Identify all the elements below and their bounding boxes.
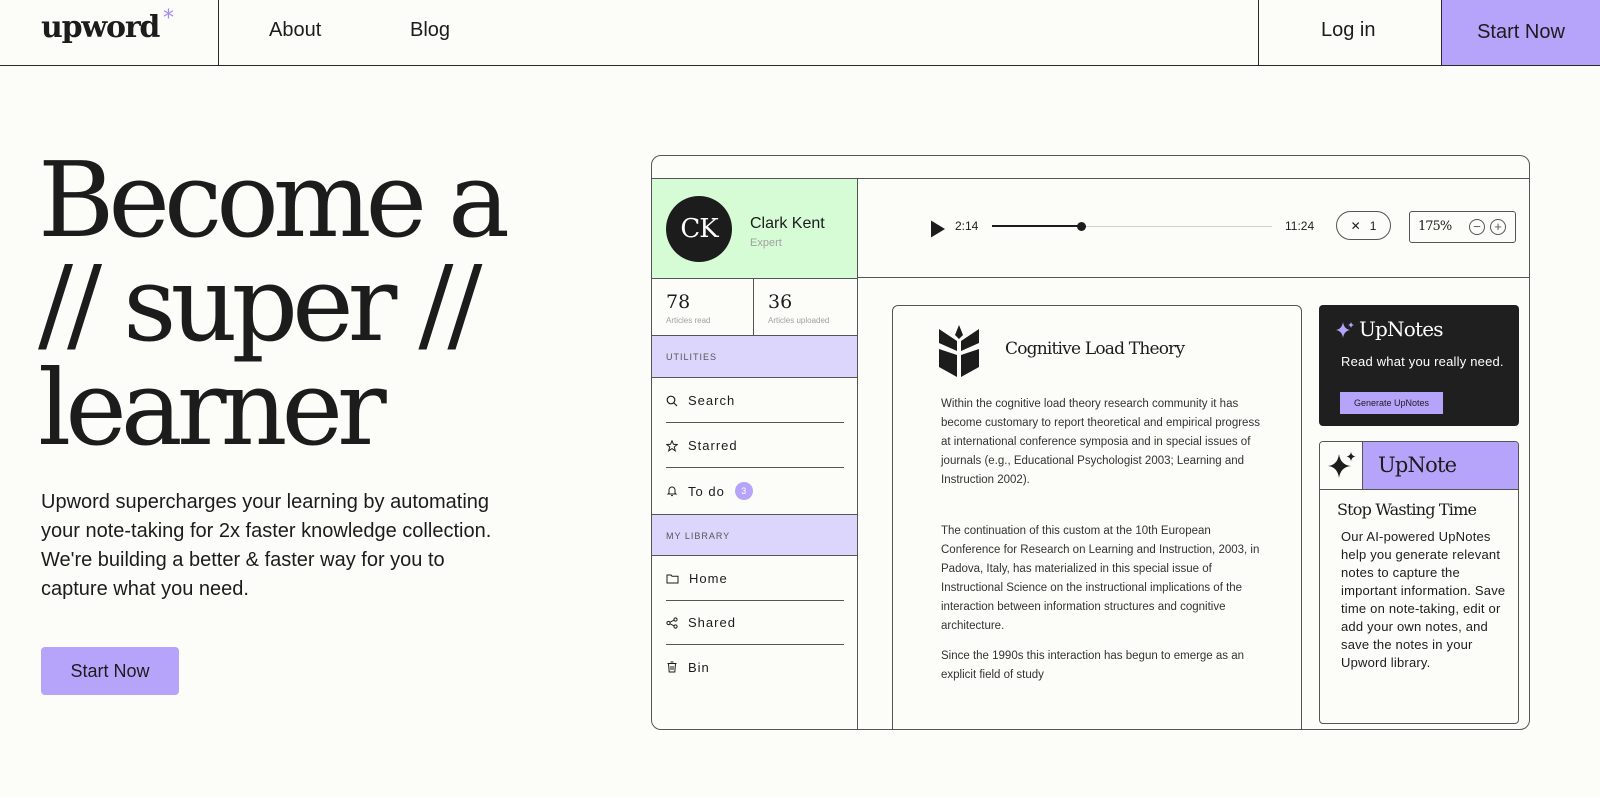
hero-title: Become a // super // learner (38, 139, 510, 469)
audio-player: 2:14 11:24 ✕ 1 175% − + (858, 179, 1529, 278)
nav-divider (1258, 0, 1259, 65)
upnote-title: UpNote (1378, 453, 1457, 477)
search-icon (666, 395, 678, 406)
stat-label: Articles read (666, 316, 711, 325)
profile-name: Clark Kent (750, 215, 825, 232)
start-now-nav-button[interactable]: Start Now (1441, 0, 1600, 65)
app-mockup: CK Clark Kent Expert 78 Articles read 36… (651, 155, 1530, 730)
document-paragraph: The continuation of this custom at the 1… (941, 525, 1260, 632)
sidebar-item-shared[interactable]: Shared (666, 601, 844, 645)
sidebar-item-label: To do (688, 483, 725, 499)
generate-upnotes-button[interactable]: Generate UpNotes (1340, 392, 1443, 414)
document-title: Cognitive Load Theory (1005, 339, 1185, 359)
zoom-in-icon[interactable]: + (1490, 219, 1506, 235)
sidebar-item-label: Starred (688, 438, 738, 453)
sidebar-item-bin[interactable]: Bin (666, 645, 844, 689)
sidebar-item-home[interactable]: Home (666, 557, 844, 601)
upnote-header: UpNote (1320, 442, 1518, 490)
nav-link-about[interactable]: About (269, 19, 321, 42)
upnote-text: Our AI-powered UpNotes help you generate… (1341, 529, 1506, 670)
avatar: CK (666, 196, 732, 262)
login-link[interactable]: Log in (1321, 19, 1376, 42)
trash-icon (667, 661, 677, 673)
stat-value: 36 (768, 291, 793, 313)
profile-role: Expert (750, 237, 782, 249)
upnotes-text: Read what you really need. (1341, 354, 1504, 369)
sidebar-item-search[interactable]: Search (666, 379, 844, 423)
document-logo-icon (939, 325, 979, 377)
upnotes-promo-card: UpNotes Read what you really need. Gener… (1319, 305, 1519, 426)
logo-text: upword (41, 10, 160, 45)
start-now-button[interactable]: Start Now (41, 647, 179, 695)
mockup-title-bar (652, 156, 1529, 179)
profile-stats: 78 Articles read 36 Articles uploaded (652, 279, 857, 336)
document-paragraph: Within the cognitive load theory researc… (941, 398, 1260, 486)
stat-label: Articles uploaded (768, 316, 830, 325)
star-icon (666, 439, 678, 452)
stat-articles-uploaded: 36 Articles uploaded (754, 279, 856, 336)
upnote-icon-box (1320, 442, 1363, 489)
top-nav: upword * About Blog Log in Start Now (0, 0, 1600, 66)
progress-track[interactable] (992, 222, 1272, 231)
zoom-out-icon[interactable]: − (1469, 219, 1485, 235)
sidebar-item-todo[interactable]: To do 3 (666, 469, 844, 513)
sparkle-icon (1336, 322, 1354, 338)
upnote-card: UpNote Stop Wasting Time Our AI-powered … (1319, 441, 1519, 724)
nav-divider (218, 0, 219, 65)
document-panel: Cognitive Load Theory Within the cogniti… (892, 305, 1302, 729)
sidebar-item-starred[interactable]: Starred (666, 424, 844, 468)
progress-handle[interactable] (1077, 222, 1087, 231)
share-icon (666, 616, 678, 629)
hero-title-line: learner (38, 347, 387, 469)
stat-articles-read: 78 Articles read (652, 279, 754, 336)
hero-description: Upword supercharges your learning by aut… (41, 491, 492, 600)
zoom-control: 175% − + (1409, 211, 1516, 243)
sidebar-item-label: Search (688, 393, 736, 408)
upnote-subtitle: Stop Wasting Time (1337, 500, 1477, 519)
current-time: 2:14 (955, 219, 979, 233)
folder-icon (666, 574, 679, 584)
playback-speed-button[interactable]: ✕ 1 (1336, 211, 1391, 240)
sidebar-item-label: Bin (688, 659, 710, 675)
nav-link-blog[interactable]: Blog (410, 19, 450, 42)
todo-count-badge: 3 (734, 482, 753, 500)
logo-asterisk-icon: * (163, 6, 174, 31)
upnotes-title: UpNotes (1359, 317, 1444, 341)
sparkle-icon (1328, 452, 1356, 478)
my-library-header: MY LIBRARY (652, 514, 857, 556)
hero-title-line: Become a (38, 139, 510, 261)
utilities-header: UTILITIES (652, 336, 857, 378)
sidebar-item-label: Shared (688, 615, 736, 630)
logo[interactable]: upword * (41, 6, 174, 45)
speed-value: 1 (1369, 218, 1377, 233)
close-icon: ✕ (1350, 218, 1361, 233)
profile-card[interactable]: CK Clark Kent Expert (652, 179, 857, 279)
sidebar-item-label: Home (689, 571, 728, 586)
play-icon[interactable] (930, 220, 946, 238)
hero-title-line: // super // (38, 243, 482, 365)
total-time: 11:24 (1285, 219, 1315, 233)
document-paragraph: Since the 1990s this interaction has beg… (941, 650, 1245, 681)
app-sidebar: CK Clark Kent Expert 78 Articles read 36… (652, 179, 858, 729)
stat-value: 78 (666, 291, 691, 313)
progress-fill (992, 225, 1082, 227)
zoom-level: 175% (1418, 219, 1452, 234)
bell-icon (666, 486, 678, 497)
